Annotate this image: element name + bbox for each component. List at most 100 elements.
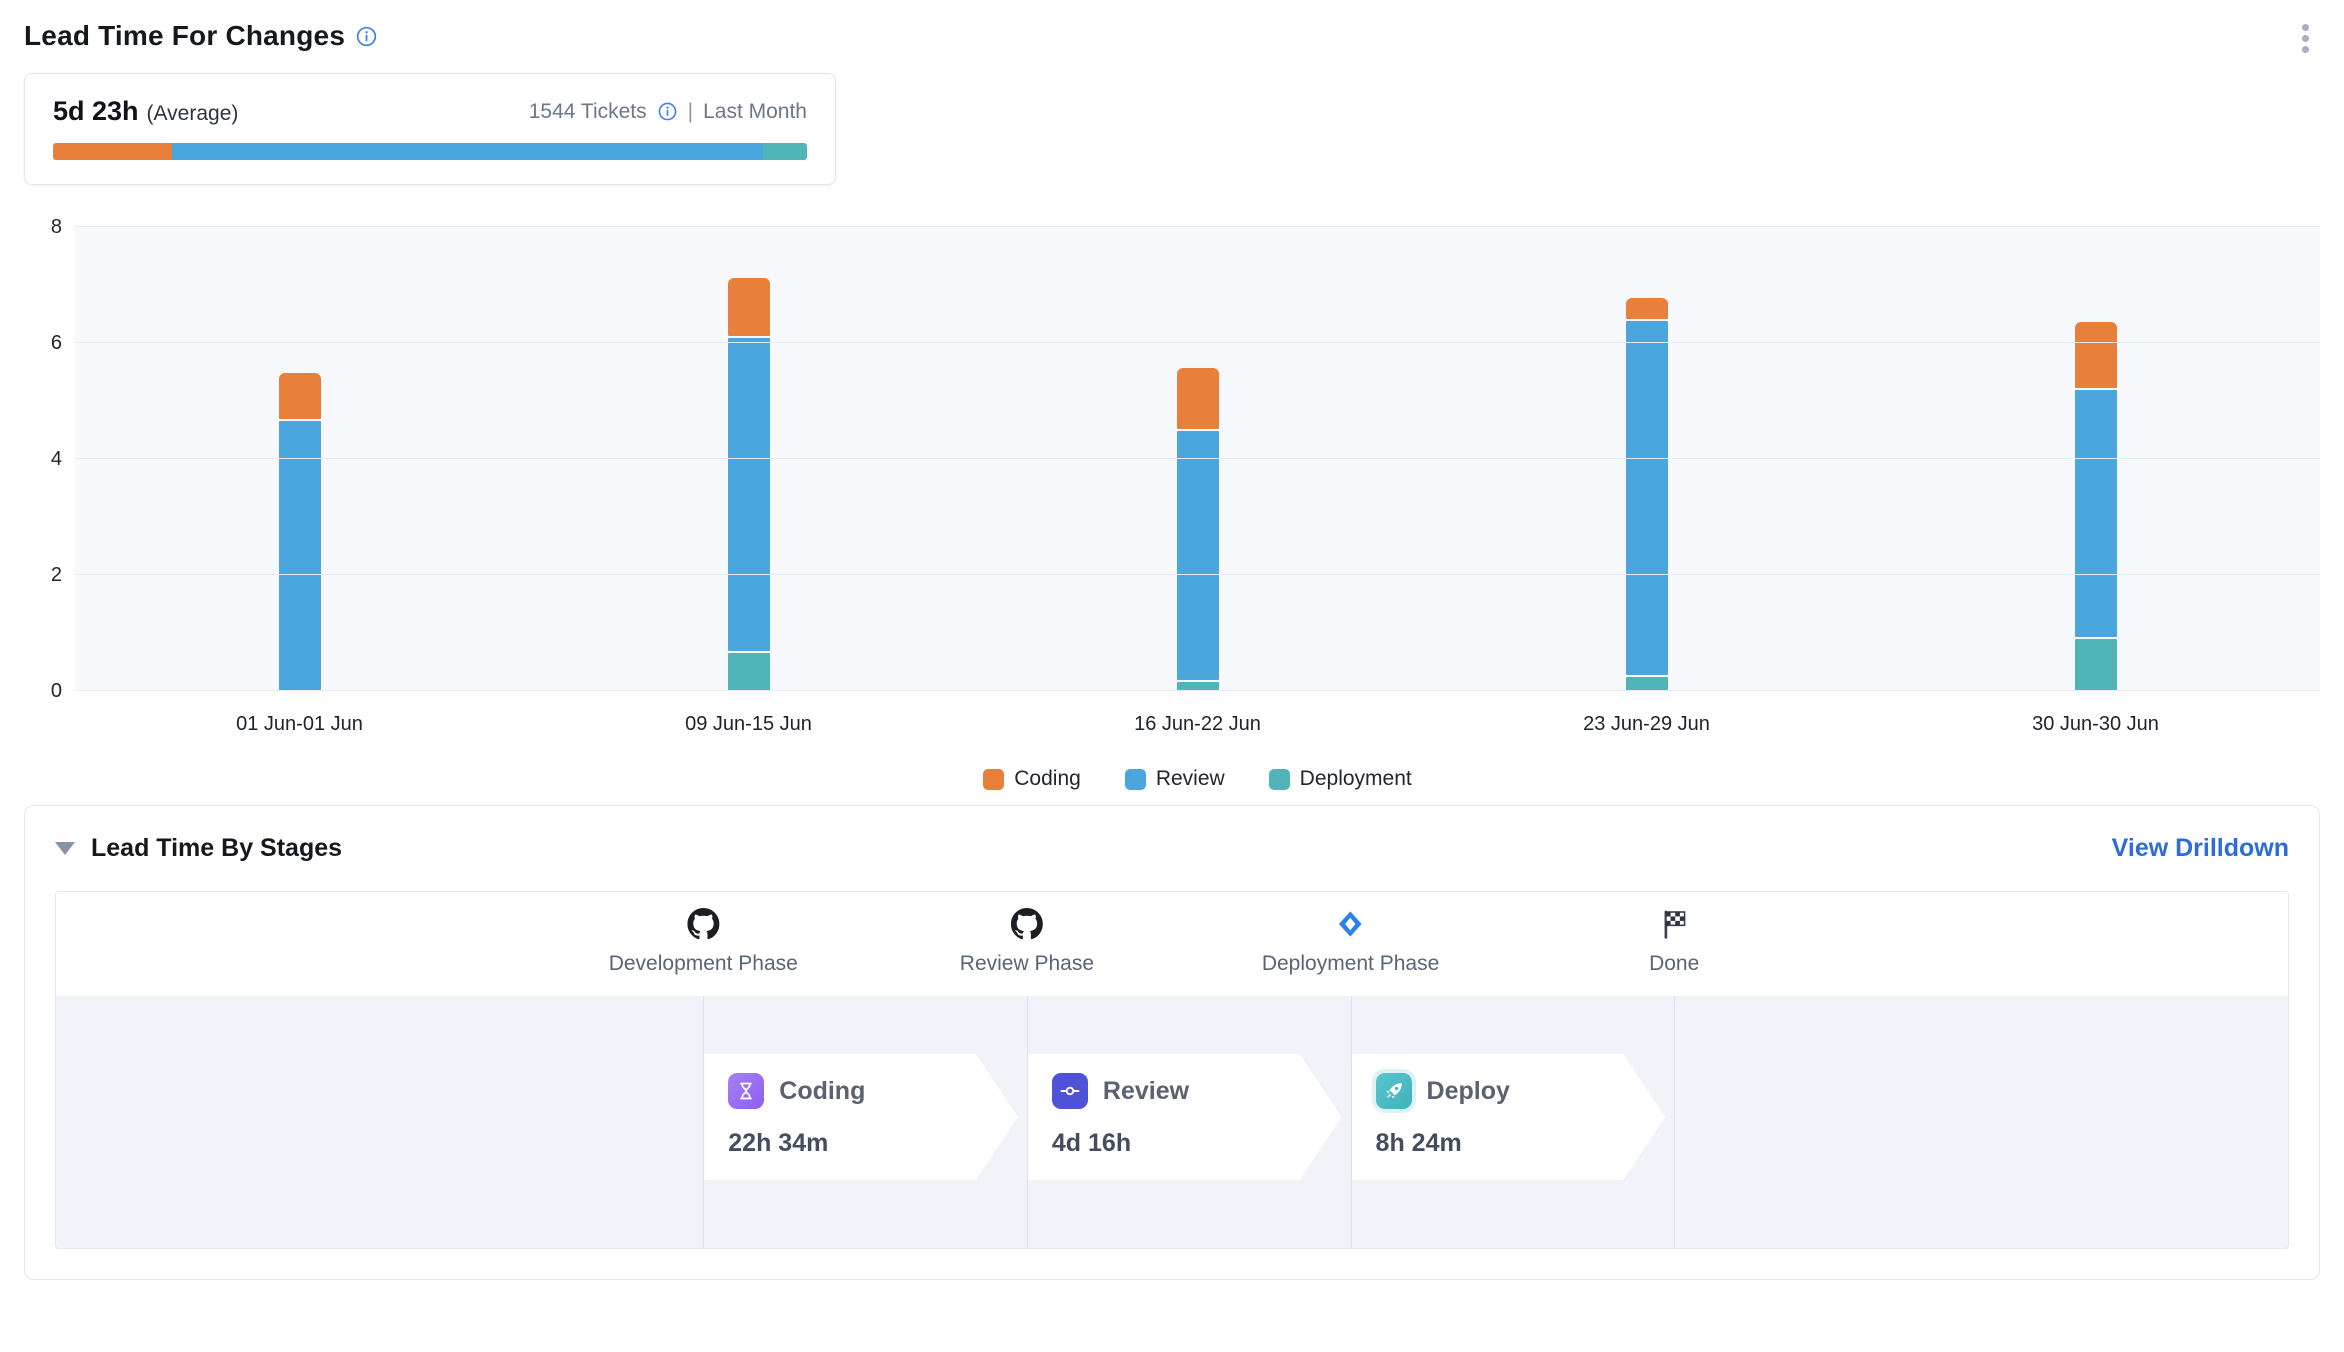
bar-column bbox=[524, 227, 973, 691]
stacked-bar-4[interactable] bbox=[1626, 298, 1668, 691]
legend-label: Coding bbox=[1014, 767, 1081, 791]
x-tick-label: 30 Jun-30 Jun bbox=[1871, 713, 2320, 736]
collapse-triangle-icon bbox=[55, 842, 75, 855]
stage-card-coding[interactable]: Coding 22h 34m bbox=[704, 1054, 1018, 1180]
column-divider bbox=[703, 996, 704, 1248]
gridline-4 bbox=[75, 458, 2320, 459]
y-axis: 02468 bbox=[24, 227, 68, 691]
stage-duration: 22h 34m bbox=[728, 1129, 1018, 1158]
legend-swatch bbox=[1125, 769, 1146, 790]
legend-swatch bbox=[1269, 769, 1290, 790]
legend-swatch bbox=[983, 769, 1004, 790]
bar-segment-review[interactable] bbox=[728, 338, 770, 651]
column-divider bbox=[1351, 996, 1352, 1248]
column-divider bbox=[1674, 996, 1675, 1248]
chart-plot bbox=[75, 227, 2320, 691]
bar-column bbox=[1422, 227, 1871, 691]
gridline-2 bbox=[75, 574, 2320, 575]
x-tick-label: 23 Jun-29 Jun bbox=[1422, 713, 1871, 736]
legend-item-review[interactable]: Review bbox=[1125, 767, 1225, 791]
kebab-menu-icon[interactable] bbox=[2290, 20, 2320, 57]
bar-column bbox=[75, 227, 524, 691]
bar-segment-review[interactable] bbox=[1177, 431, 1219, 680]
phase-label: Development Phase bbox=[609, 952, 798, 976]
average-value: 5d 23h bbox=[53, 96, 139, 127]
phase-marker-deployment-phase: Deployment Phase bbox=[1262, 908, 1439, 976]
bar-segment-deployment[interactable] bbox=[2075, 639, 2117, 691]
stage-name: Deploy bbox=[1427, 1077, 1510, 1106]
widget-header: Lead Time For Changes bbox=[24, 20, 2320, 57]
ratio-segment-deployment bbox=[763, 143, 807, 160]
y-tick-label: 6 bbox=[24, 331, 62, 355]
bar-segment-deployment[interactable] bbox=[1626, 677, 1668, 692]
lead-time-by-stages-panel: Lead Time By Stages View Drilldown Devel… bbox=[24, 805, 2320, 1280]
bar-segment-coding[interactable] bbox=[2075, 322, 2117, 389]
phase-header-row: Development Phase Review Phase Deployment … bbox=[56, 892, 2288, 996]
separator: | bbox=[688, 100, 693, 124]
bar-segment-review[interactable] bbox=[2075, 390, 2117, 637]
period-label: Last Month bbox=[703, 100, 807, 124]
stacked-bar-2[interactable] bbox=[728, 278, 770, 691]
stacked-bar-3[interactable] bbox=[1177, 368, 1219, 691]
ratio-segment-review bbox=[172, 143, 762, 160]
stage-duration: 4d 16h bbox=[1052, 1129, 1342, 1158]
github-icon bbox=[687, 908, 719, 940]
phase-label: Review Phase bbox=[960, 952, 1094, 976]
stage-name: Review bbox=[1103, 1077, 1189, 1106]
stage-body: Coding 22h 34m Review 4d 16h Deploy 8h 24m bbox=[56, 996, 2288, 1248]
lead-time-chart: 02468 01 Jun-01 Jun09 Jun-15 Jun16 Jun-2… bbox=[24, 227, 2320, 783]
bar-segment-coding[interactable] bbox=[1626, 298, 1668, 318]
stacked-bar-1[interactable] bbox=[279, 373, 321, 691]
hourglass-icon bbox=[728, 1073, 764, 1109]
tickets-info-icon[interactable] bbox=[657, 101, 678, 122]
checkered-flag-icon bbox=[1658, 908, 1690, 940]
legend-item-deployment[interactable]: Deployment bbox=[1269, 767, 1412, 791]
x-tick-label: 16 Jun-22 Jun bbox=[973, 713, 1422, 736]
legend-label: Review bbox=[1156, 767, 1225, 791]
column-divider bbox=[1027, 996, 1028, 1248]
ratio-bar bbox=[53, 143, 807, 160]
stage-card-deploy[interactable]: Deploy 8h 24m bbox=[1352, 1054, 1666, 1180]
github-icon bbox=[1011, 908, 1043, 940]
bar-column bbox=[973, 227, 1422, 691]
legend-item-coding[interactable]: Coding bbox=[983, 767, 1081, 791]
bars-layer bbox=[75, 227, 2320, 691]
summary-card: 5d 23h (Average) 1544 Tickets | Last Mon… bbox=[24, 73, 836, 185]
ratio-segment-coding bbox=[53, 143, 172, 160]
rocket-icon bbox=[1376, 1073, 1412, 1109]
bar-segment-review[interactable] bbox=[1626, 321, 1668, 675]
stage-table: Development Phase Review Phase Deployment … bbox=[55, 891, 2289, 1249]
legend-label: Deployment bbox=[1300, 767, 1412, 791]
phase-label: Deployment Phase bbox=[1262, 952, 1439, 976]
x-axis-labels: 01 Jun-01 Jun09 Jun-15 Jun16 Jun-22 Jun2… bbox=[75, 713, 2320, 736]
jira-diamond-icon bbox=[1335, 908, 1367, 940]
bar-segment-coding[interactable] bbox=[728, 278, 770, 336]
stage-name: Coding bbox=[779, 1077, 865, 1106]
gridline-8 bbox=[75, 226, 2320, 227]
phase-marker-review-phase: Review Phase bbox=[960, 908, 1094, 976]
stages-title: Lead Time By Stages bbox=[91, 834, 342, 863]
view-drilldown-link[interactable]: View Drilldown bbox=[2112, 834, 2289, 863]
stages-collapse-toggle[interactable]: Lead Time By Stages bbox=[55, 834, 342, 863]
title-info-icon[interactable] bbox=[355, 25, 378, 48]
bar-segment-review[interactable] bbox=[279, 421, 321, 691]
bar-segment-deployment[interactable] bbox=[728, 653, 770, 691]
x-tick-label: 09 Jun-15 Jun bbox=[524, 713, 973, 736]
bar-segment-coding[interactable] bbox=[279, 373, 321, 419]
y-tick-label: 8 bbox=[24, 215, 62, 239]
phase-label: Done bbox=[1649, 952, 1699, 976]
stage-duration: 8h 24m bbox=[1376, 1129, 1666, 1158]
y-tick-label: 2 bbox=[24, 563, 62, 587]
y-tick-label: 4 bbox=[24, 447, 62, 471]
chart-legend: Coding Review Deployment bbox=[75, 767, 2320, 791]
y-tick-label: 0 bbox=[24, 679, 62, 703]
gridline-0 bbox=[75, 690, 2320, 691]
tickets-count: 1544 Tickets bbox=[529, 100, 647, 124]
x-tick-label: 01 Jun-01 Jun bbox=[75, 713, 524, 736]
bar-segment-coding[interactable] bbox=[1177, 368, 1219, 429]
stage-card-review[interactable]: Review 4d 16h bbox=[1028, 1054, 1342, 1180]
gridline-6 bbox=[75, 342, 2320, 343]
phase-marker-done: Done bbox=[1649, 908, 1699, 976]
stacked-bar-5[interactable] bbox=[2075, 322, 2117, 691]
page-title: Lead Time For Changes bbox=[24, 20, 345, 52]
